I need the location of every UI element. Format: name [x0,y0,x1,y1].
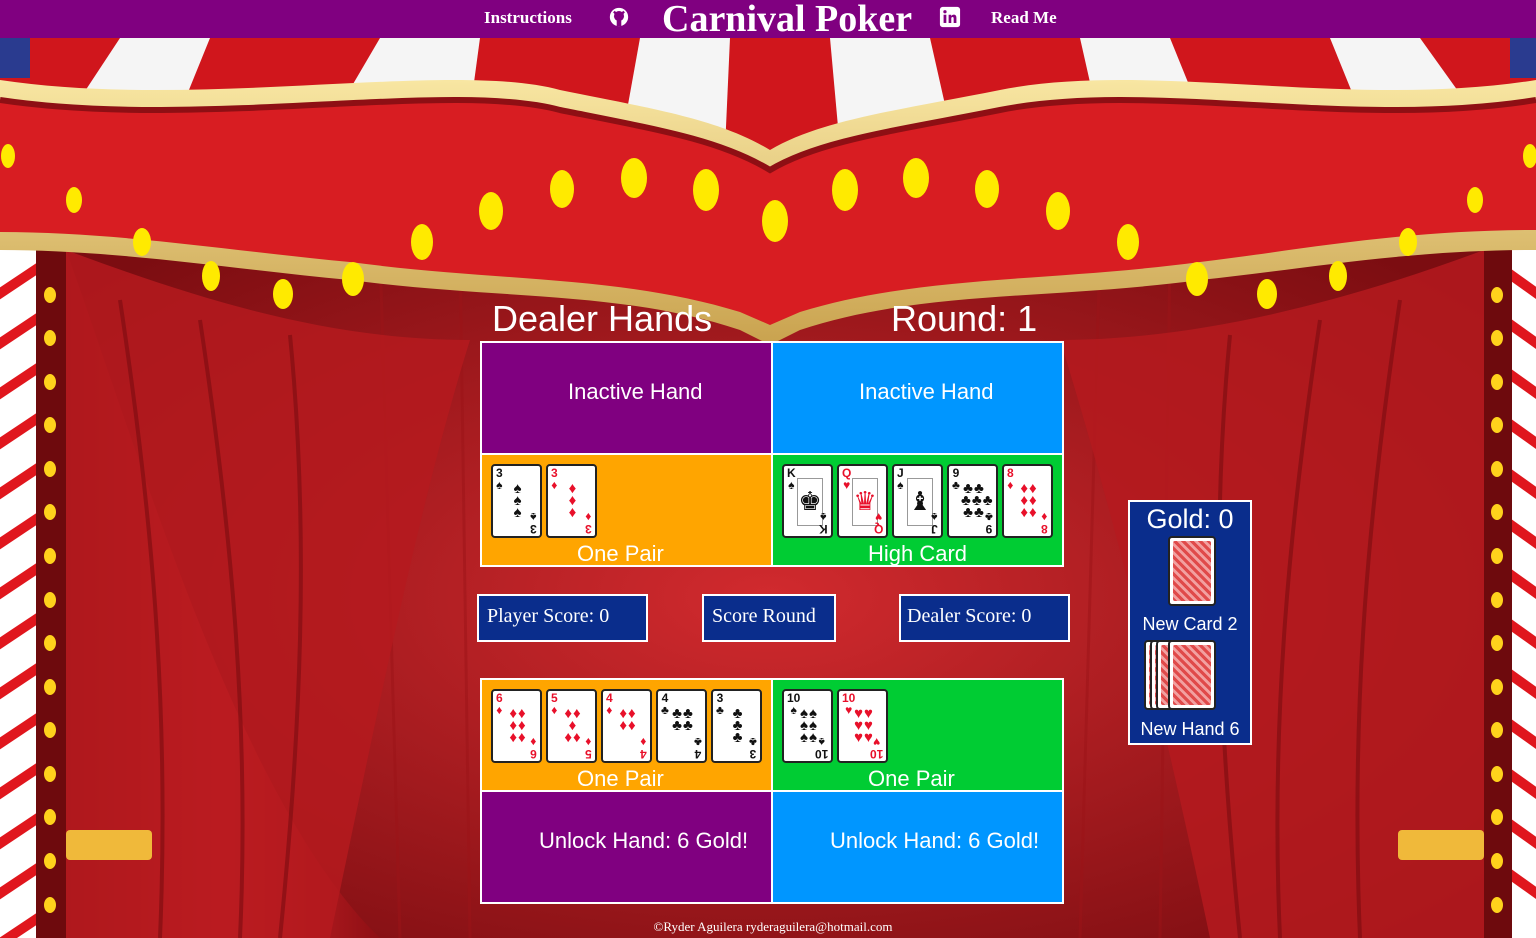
new-card-label: New Card 2 [1142,614,1238,634]
playing-card[interactable]: K ♠ ♚ K ♠ [782,464,833,538]
player-hand-1[interactable]: 6 ♦ ♦♦ ♦♦ ♦♦ 6 ♦ 5 ♦ ♦♦ ♦ ♦♦ 5 ♦ 4 ♦ ♦♦ ♦♦ 4 ♦ 4 ♣ ♣♣ ♣♣ 4 ♣ 3 ♣ ♣ ♣ ♣… [480,678,773,792]
linkedin-icon[interactable] [939,6,961,28]
card-rank: J ♠ [931,510,938,536]
card-rank: 3 ♣ [716,691,724,717]
hand-result-label: One Pair [577,766,664,791]
playing-card[interactable]: 5 ♦ ♦♦ ♦ ♦♦ 5 ♦ [546,689,597,763]
card-pips: ♦♦ ♦♦ ♦♦ [1020,481,1038,521]
playing-card[interactable]: 3 ♣ ♣ ♣ ♣ 3 ♣ [711,689,762,763]
player-hand-2[interactable]: 10 ♠ ♠♠ ♠♠ ♠♠ 10 ♠ 10 ♥ ♥♥ ♥♥ ♥♥ 10 ♥ One Pair [771,678,1064,792]
card-rank: 3 ♠ [496,466,503,492]
score-round-button[interactable]: Score Round [702,594,836,642]
gold-counter: Gold: 0 [1146,504,1234,534]
playing-card[interactable]: 3 ♠ ♠ ♠ ♠ 3 ♠ [491,464,542,538]
card-rank: 4 ♦ [606,691,613,717]
card-rank: 3 ♣ [749,735,757,761]
playing-card[interactable]: J ♠ ♝ J ♠ [892,464,943,538]
card-rank: 8 ♦ [1041,510,1048,536]
round-counter: Round: 1 [891,298,1038,339]
unlock-hand-label: Unlock Hand: 6 Gold! [539,828,749,853]
card-pips: ♠ ♠ ♠ [513,481,523,521]
card-rank: 9 ♣ [985,510,993,536]
card-rank: 4 ♣ [694,735,702,761]
card-rank: 6 ♦ [496,691,503,717]
card-rank: Q ♥ [842,466,852,492]
dealer-hands-heading: Dealer Hands [492,298,713,339]
card-rank: 4 ♦ [640,735,647,761]
playing-card[interactable]: 10 ♥ ♥♥ ♥♥ ♥♥ 10 ♥ [837,689,888,763]
card-face-art: ♝ [907,478,933,526]
player-hand-1-cards: 6 ♦ ♦♦ ♦♦ ♦♦ 6 ♦ 5 ♦ ♦♦ ♦ ♦♦ 5 ♦ 4 ♦ ♦♦ ♦♦ 4 ♦ 4 ♣ ♣♣ ♣♣ 4 ♣ 3 ♣ ♣ ♣ ♣… [491,689,762,763]
card-rank: 4 ♣ [661,691,669,717]
card-rank: 8 ♦ [1007,466,1014,492]
playing-card[interactable]: 6 ♦ ♦♦ ♦♦ ♦♦ 6 ♦ [491,689,542,763]
playing-card[interactable]: 4 ♣ ♣♣ ♣♣ 4 ♣ [656,689,707,763]
card-rank: K ♠ [787,466,796,492]
app-title: Carnival Poker [662,0,913,40]
playing-card[interactable]: 9 ♣ ♣♣ ♣♣♣ ♣♣ 9 ♣ [947,464,998,538]
card-rank: 10 ♥ [869,735,883,761]
card-pips: ♣♣ ♣♣ [672,706,694,734]
playing-card[interactable]: 4 ♦ ♦♦ ♦♦ 4 ♦ [601,689,652,763]
dealer-hand-1-cards: 3 ♠ ♠ ♠ ♠ 3 ♠ 3 ♦ ♦ ♦ ♦ 3 ♦ [491,464,597,538]
card-pips: ♣ ♣ ♣ [732,706,744,746]
playing-card[interactable]: 8 ♦ ♦♦ ♦♦ ♦♦ 8 ♦ [1002,464,1053,538]
card-rank: 3 ♦ [585,510,592,536]
card-pips: ♦♦ ♦♦ ♦♦ [509,706,527,746]
card-rank: 6 ♦ [530,735,537,761]
new-hand-label: New Hand 6 [1140,719,1240,739]
dealer-hand-4-inactive: Inactive Hand [771,341,1064,455]
instructions-link[interactable]: Instructions [484,8,572,28]
github-icon[interactable] [608,6,630,28]
card-rank: 9 ♣ [952,466,960,492]
card-rank: K ♠ [819,510,828,536]
card-rank: Q ♥ [873,510,883,536]
gold-shop-panel: Gold: 0 New Card 2 New Hand 6 [1128,500,1252,745]
card-rank: 10 ♠ [814,735,828,761]
card-rank: 5 ♦ [585,735,592,761]
hand-status-label: Inactive Hand [568,379,703,404]
player-score: Player Score: 0 [477,594,648,642]
card-pips: ♦♦ ♦ ♦♦ [564,706,582,746]
card-rank: 3 ♦ [551,466,558,492]
card-pips: ♣♣ ♣♣♣ ♣♣ [961,481,994,521]
hand-status-label: Inactive Hand [859,379,994,404]
dealer-hand-2-cards: K ♠ ♚ K ♠ Q ♥ ♛ Q ♥ J ♠ ♝ J ♠ 9 ♣ ♣♣ ♣♣♣ ♣♣ 9 ♣ 8 ♦ ♦♦ ♦♦ ♦♦ 8 ♦ [782,464,1053,538]
top-nav-bar: Instructions Carnival Poker Read Me [0,0,1536,40]
hand-result-label: One Pair [577,541,664,566]
player-hand-3-locked[interactable]: Unlock Hand: 6 Gold! [480,790,773,904]
card-rank: 5 ♦ [551,691,558,717]
player-hand-4-locked[interactable]: Unlock Hand: 6 Gold! [771,790,1064,904]
playing-card[interactable]: 10 ♠ ♠♠ ♠♠ ♠♠ 10 ♠ [782,689,833,763]
dealer-hand-2: K ♠ ♚ K ♠ Q ♥ ♛ Q ♥ J ♠ ♝ J ♠ 9 ♣ ♣♣ ♣♣♣ ♣♣ 9 ♣ 8 ♦ ♦♦ ♦♦ ♦♦ 8 ♦ Hig… [771,453,1064,567]
card-pips: ♦ ♦ ♦ [568,481,578,521]
unlock-hand-label: Unlock Hand: 6 Gold! [830,828,1040,853]
hand-result-label: High Card [868,541,968,566]
dealer-hand-1: 3 ♠ ♠ ♠ ♠ 3 ♠ 3 ♦ ♦ ♦ ♦ 3 ♦ One Pair [480,453,773,567]
dealer-hand-3-inactive: Inactive Hand [480,341,773,455]
new-hand-deck[interactable] [1168,640,1216,710]
dealer-score: Dealer Score: 0 [899,594,1070,642]
player-hand-2-cards: 10 ♠ ♠♠ ♠♠ ♠♠ 10 ♠ 10 ♥ ♥♥ ♥♥ ♥♥ 10 ♥ [782,689,888,763]
card-rank: 3 ♠ [530,510,537,536]
hand-result-label: One Pair [868,766,955,791]
card-pips: ♦♦ ♦♦ [619,706,637,734]
playing-card[interactable]: 3 ♦ ♦ ♦ ♦ 3 ♦ [546,464,597,538]
footer-credit: ©Ryder Aguilera ryderaguilera@hotmail.co… [653,919,893,934]
playing-card[interactable]: Q ♥ ♛ Q ♥ [837,464,888,538]
new-card-deck[interactable] [1168,536,1216,606]
card-rank: J ♠ [897,466,904,492]
read-me-link[interactable]: Read Me [991,8,1057,28]
